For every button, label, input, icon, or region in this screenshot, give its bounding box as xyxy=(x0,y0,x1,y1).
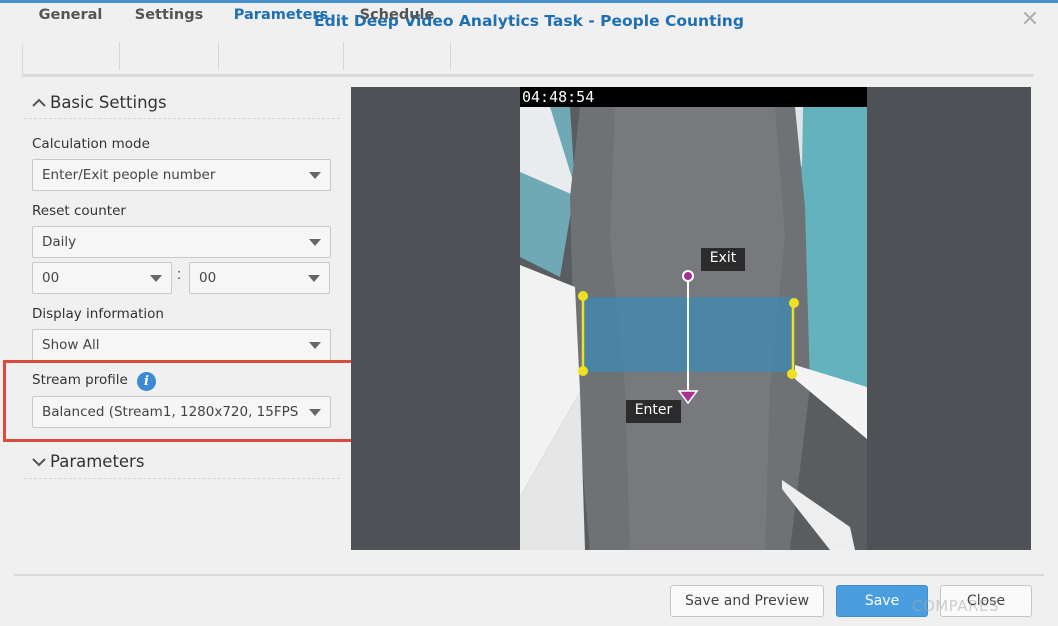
chevron-down-icon xyxy=(150,275,162,282)
save-button[interactable]: Save xyxy=(836,585,928,617)
reset-counter-label: Reset counter xyxy=(32,203,126,219)
save-and-preview-button[interactable]: Save and Preview xyxy=(670,585,824,617)
chevron-up-icon xyxy=(32,96,50,112)
display-information-value: Show All xyxy=(42,337,100,353)
chevron-down-icon xyxy=(309,239,321,246)
basic-settings-header[interactable]: Basic Settings xyxy=(32,93,167,115)
stream-profile-highlight xyxy=(3,360,354,442)
chevron-down-icon xyxy=(309,172,321,179)
parameters-section-title: Parameters xyxy=(50,452,145,471)
close-icon[interactable]: ✕ xyxy=(1020,9,1040,31)
display-information-label: Display information xyxy=(32,306,164,322)
tab-settings[interactable]: Settings xyxy=(120,0,218,30)
chevron-down-icon xyxy=(308,275,320,282)
parameters-section-header[interactable]: Parameters xyxy=(32,452,144,474)
camera-scene xyxy=(520,107,867,550)
enter-label: Enter xyxy=(634,402,673,418)
tab-schedule[interactable]: Schedule xyxy=(344,0,450,30)
tab-divider xyxy=(119,42,120,70)
camera-feed[interactable]: 04:48:54 Exit Enter xyxy=(520,87,867,550)
tab-general[interactable]: General xyxy=(22,0,119,30)
reset-minute-value: 00 xyxy=(199,270,217,286)
tab-parameters[interactable]: Parameters xyxy=(219,0,343,30)
exit-label: Exit xyxy=(709,250,737,266)
section-divider xyxy=(24,118,340,119)
timestamp: 04:48:54 xyxy=(522,88,595,106)
chevron-down-icon xyxy=(32,455,50,471)
calculation-mode-label: Calculation mode xyxy=(32,136,150,152)
time-separator: : xyxy=(177,266,182,283)
tab-bar-underline xyxy=(22,74,1034,77)
reset-hour-select[interactable]: 00 xyxy=(32,262,172,294)
tab-divider xyxy=(22,44,23,74)
reset-counter-value: Daily xyxy=(42,234,77,250)
close-button[interactable]: Close xyxy=(940,585,1032,617)
calculation-mode-value: Enter/Exit people number xyxy=(42,167,216,183)
chevron-down-icon xyxy=(309,342,321,349)
display-information-select[interactable]: Show All xyxy=(32,329,331,361)
tab-divider xyxy=(218,42,219,70)
calculation-mode-select[interactable]: Enter/Exit people number xyxy=(32,159,331,191)
footer-divider xyxy=(14,574,1044,576)
tab-divider xyxy=(450,42,451,70)
reset-hour-value: 00 xyxy=(42,270,60,286)
basic-settings-title: Basic Settings xyxy=(50,93,167,112)
reset-minute-select[interactable]: 00 xyxy=(189,262,330,294)
section-divider xyxy=(24,478,340,479)
tab-divider xyxy=(343,42,344,70)
timestamp-bar: 04:48:54 xyxy=(520,87,867,107)
reset-counter-select[interactable]: Daily xyxy=(32,226,331,258)
